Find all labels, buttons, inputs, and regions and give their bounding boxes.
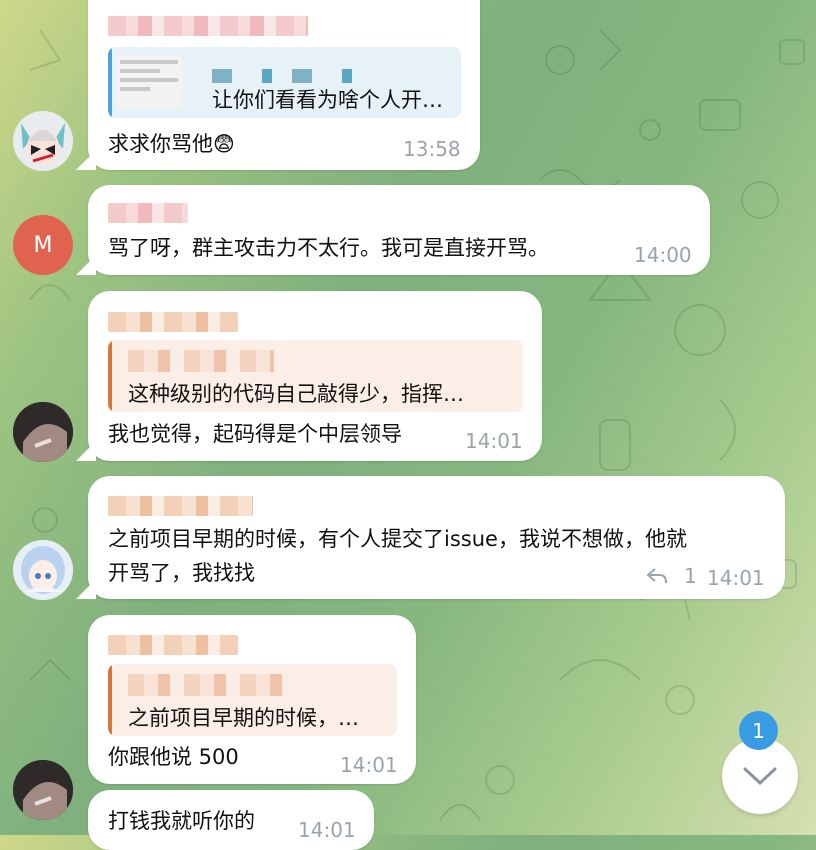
reply-bar bbox=[108, 47, 112, 118]
message-time: 14:01 bbox=[340, 753, 398, 777]
reply-name-redacted bbox=[212, 69, 352, 83]
message-text: 打钱我就听你的 bbox=[108, 809, 255, 833]
message-text-line2: 开骂了，我找找 bbox=[108, 561, 255, 585]
message-bubble[interactable]: 骂了呀，群主攻击力不太行。我可是直接开骂。 14:00 bbox=[88, 185, 710, 275]
message-time: 14:01 bbox=[298, 818, 356, 842]
reply-quote[interactable]: 这种级别的代码自己敲得少，指挥… bbox=[108, 340, 523, 412]
reply-thumbnail bbox=[116, 55, 182, 109]
avatar-letter: M bbox=[33, 232, 53, 258]
sender-name-redacted bbox=[108, 312, 238, 332]
avatar-user-1[interactable] bbox=[13, 111, 73, 171]
avatar-image bbox=[13, 760, 73, 820]
reply-text: 之前项目早期的时候，… bbox=[128, 706, 359, 730]
reply-bar bbox=[108, 340, 112, 412]
reply-arrow-icon bbox=[646, 568, 667, 584]
message-text: 求求你骂他😨 bbox=[108, 132, 235, 156]
chevron-down-icon bbox=[743, 767, 777, 786]
avatar-image bbox=[13, 402, 73, 462]
message-time: 14:00 bbox=[634, 243, 692, 267]
avatar-user-3[interactable] bbox=[13, 402, 73, 462]
message-text-line1: 之前项目早期的时候，有个人提交了issue，我说不想做，他就 bbox=[108, 527, 687, 551]
reply-bar bbox=[108, 664, 112, 736]
message-bubble[interactable]: 之前项目早期的时候，… 你跟他说 500 14:01 bbox=[88, 615, 416, 784]
message-bubble[interactable]: 这种级别的代码自己敲得少，指挥… 我也觉得，起码得是个中层领导 14:01 bbox=[88, 291, 542, 461]
avatar-user-3[interactable] bbox=[13, 760, 73, 820]
message-bubble[interactable]: 打钱我就听你的 14:01 bbox=[88, 790, 374, 850]
replies-indicator[interactable]: 1 bbox=[646, 564, 697, 588]
unread-count-badge: 1 bbox=[739, 711, 778, 750]
reply-text: 让你们看看为啥个人开… bbox=[212, 88, 443, 112]
sender-name-redacted bbox=[108, 635, 238, 655]
sender-name-redacted bbox=[108, 16, 308, 36]
reply-text: 这种级别的代码自己敲得少，指挥… bbox=[128, 382, 464, 406]
message-bubble[interactable]: 让你们看看为啥个人开… 求求你骂他😨 13:58 bbox=[88, 0, 480, 170]
message-time: 14:01 bbox=[707, 566, 765, 590]
avatar-image bbox=[13, 111, 73, 171]
sender-name-redacted bbox=[108, 203, 188, 223]
message-text: 你跟他说 500 bbox=[108, 745, 239, 769]
message-text: 骂了呀，群主攻击力不太行。我可是直接开骂。 bbox=[108, 236, 549, 260]
sender-name-redacted bbox=[108, 496, 253, 516]
avatar-user-4[interactable] bbox=[13, 540, 73, 600]
message-text: 我也觉得，起码得是个中层领导 bbox=[108, 422, 402, 446]
message-time: 13:58 bbox=[403, 137, 461, 161]
avatar-user-m[interactable]: M bbox=[13, 215, 73, 275]
message-bubble[interactable]: 之前项目早期的时候，有个人提交了issue，我说不想做，他就 开骂了，我找找 1… bbox=[88, 476, 785, 599]
reply-name-redacted bbox=[128, 350, 274, 372]
reply-name-redacted bbox=[128, 674, 288, 696]
reply-count: 1 bbox=[684, 564, 697, 588]
reply-quote[interactable]: 让你们看看为啥个人开… bbox=[108, 47, 461, 118]
avatar-image bbox=[13, 540, 73, 600]
reply-quote[interactable]: 之前项目早期的时候，… bbox=[108, 664, 397, 736]
message-time: 14:01 bbox=[465, 429, 523, 453]
